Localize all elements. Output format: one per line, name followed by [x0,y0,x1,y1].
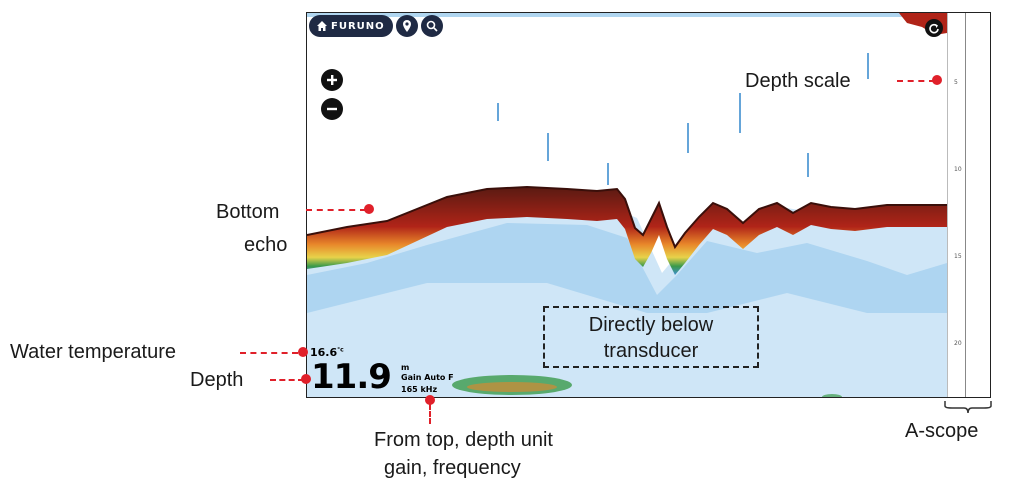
scale-tick-15: 15 [954,253,962,260]
zoom-out-button[interactable] [321,98,343,120]
gain-readout: Gain Auto F [401,373,454,382]
annotation-directly-below-line2: transducer [603,340,699,362]
temp-unit: °c [337,346,344,354]
pointer-dot-bottom-echo [364,204,374,214]
search-icon [426,20,438,32]
pointer-dot-water-temperature [298,347,308,357]
leader-bottom-echo [306,209,366,211]
annotation-depth: Depth [190,369,244,391]
plus-icon [327,75,337,85]
brand-logo: FURUNO [331,20,385,32]
leader-readouts [429,404,431,424]
zoom-in-button[interactable] [321,69,343,91]
annotation-bottom-echo-line2: echo [244,234,288,256]
depth-unit: m [401,363,410,372]
scale-tick-20: 20 [954,340,962,347]
pointer-dot-depth [301,374,311,384]
search-button[interactable] [420,15,443,37]
annotation-directly-below-transducer: Directly below transducer [543,306,759,368]
leader-water-temperature [240,352,298,354]
annotation-from-top-line1: From top, depth unit [374,429,553,451]
home-icon [317,21,327,31]
waypoint-button[interactable] [395,15,418,37]
annotation-a-scope: A-scope [905,420,979,442]
annotation-water-temperature: Water temperature [10,341,176,363]
home-button[interactable]: FURUNO [309,15,393,37]
pointer-dot-depth-scale [932,75,942,85]
a-scope-bracket [944,401,992,414]
refresh-icon [929,23,939,34]
scale-tick-5: 5 [954,79,958,86]
leader-depth [270,379,304,381]
leader-depth-scale [897,80,935,82]
refresh-button[interactable] [925,19,943,37]
minus-icon [327,107,337,111]
depth-readout: 11.9 [311,357,392,397]
frequency-readout: 165 kHz [401,385,438,394]
scale-tick-10: 10 [954,166,962,173]
top-toolbar: FURUNO [309,15,443,37]
location-pin-icon [402,20,411,32]
annotation-directly-below-line1: Directly below [588,314,714,336]
annotation-depth-scale: Depth scale [745,70,851,92]
annotation-bottom-echo-line1: Bottom [216,201,280,223]
depth-scale-strip: 5 10 15 20 [947,13,990,397]
a-scope-baseline [965,13,966,397]
annotation-from-top-line2: gain, frequency [384,457,521,479]
